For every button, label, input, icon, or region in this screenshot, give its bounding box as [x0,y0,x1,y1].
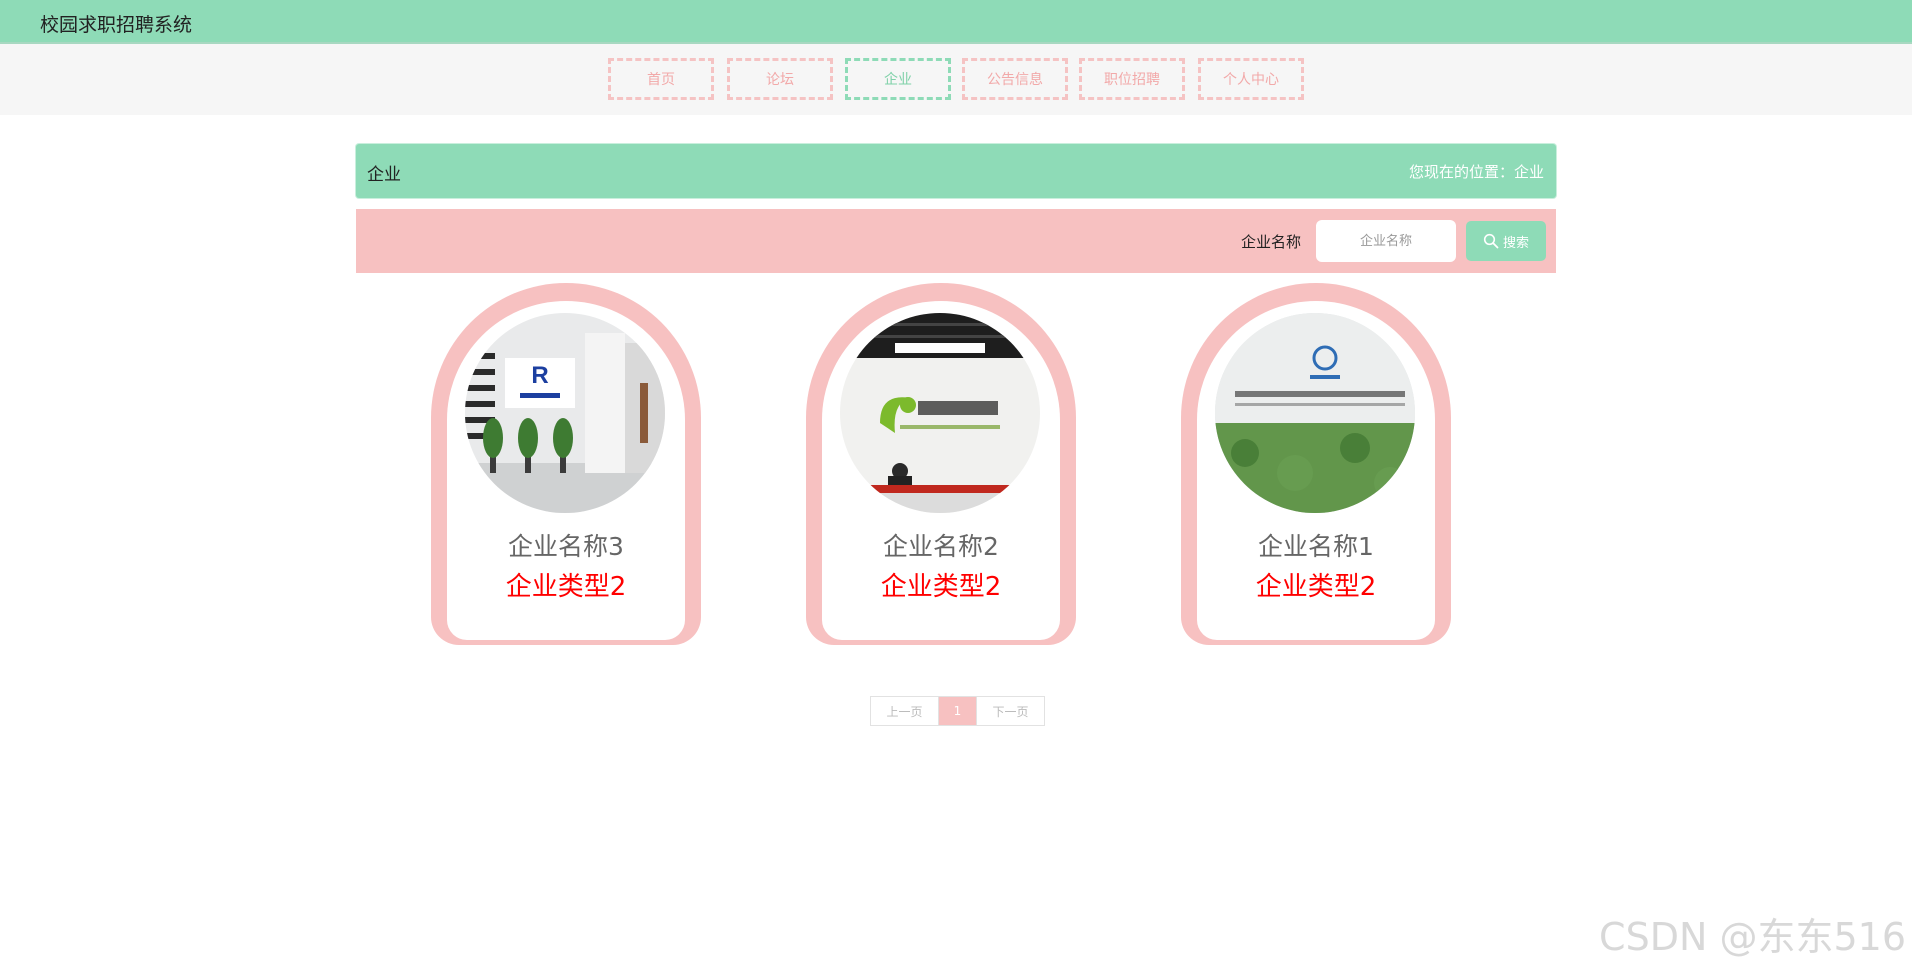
company-photo: R [465,313,665,513]
nav-announcements[interactable]: 公告信息 [962,58,1068,100]
top-header-bar: 校园求职招聘系统 [0,0,1912,44]
company-name: 企业名称3 [508,532,624,561]
main-nav: 首页 论坛 企业 公告信息 职位招聘 个人中心 [0,44,1912,115]
breadcrumb-location: 您现在的位置：企业 [1408,163,1544,181]
company-type: 企业类型2 [1255,572,1377,602]
nav-enterprise[interactable]: 企业 [845,58,951,100]
company-type: 企业类型2 [505,572,627,602]
current-page[interactable]: 1 [939,697,976,725]
nav-forum[interactable]: 论坛 [727,58,833,100]
watermark: CSDN @东东516 [1599,915,1906,959]
company-card[interactable]: R 企业名称3 企业类型2 [431,283,701,645]
search-input[interactable] [1316,220,1456,262]
search-button[interactable]: 搜索 [1466,221,1546,261]
pagination: 上一页 1 下一页 [870,696,1045,726]
breadcrumb-bar: 企业 您现在的位置：企业 [356,144,1556,198]
search-icon [1483,233,1499,249]
search-label: 企业名称 [1241,233,1302,251]
company-name: 企业名称2 [883,532,999,561]
prev-page-button[interactable]: 上一页 [871,697,939,725]
nav-personal-center[interactable]: 个人中心 [1198,58,1304,100]
search-button-label: 搜索 [1502,235,1529,251]
company-photo [840,313,1040,513]
company-name: 企业名称1 [1258,532,1374,561]
page-title: 企业 [367,165,401,185]
company-card[interactable]: 企业名称2 企业类型2 [806,283,1076,645]
svg-text:R: R [531,362,548,389]
app-title: 校园求职招聘系统 [40,14,193,36]
company-card[interactable]: 企业名称1 企业类型2 [1181,283,1451,645]
search-bar: 企业名称 搜索 [356,209,1556,273]
company-photo [1215,313,1415,513]
nav-job-postings[interactable]: 职位招聘 [1079,58,1185,100]
company-type: 企业类型2 [880,572,1002,602]
next-page-button[interactable]: 下一页 [976,697,1044,725]
nav-home[interactable]: 首页 [608,58,714,100]
